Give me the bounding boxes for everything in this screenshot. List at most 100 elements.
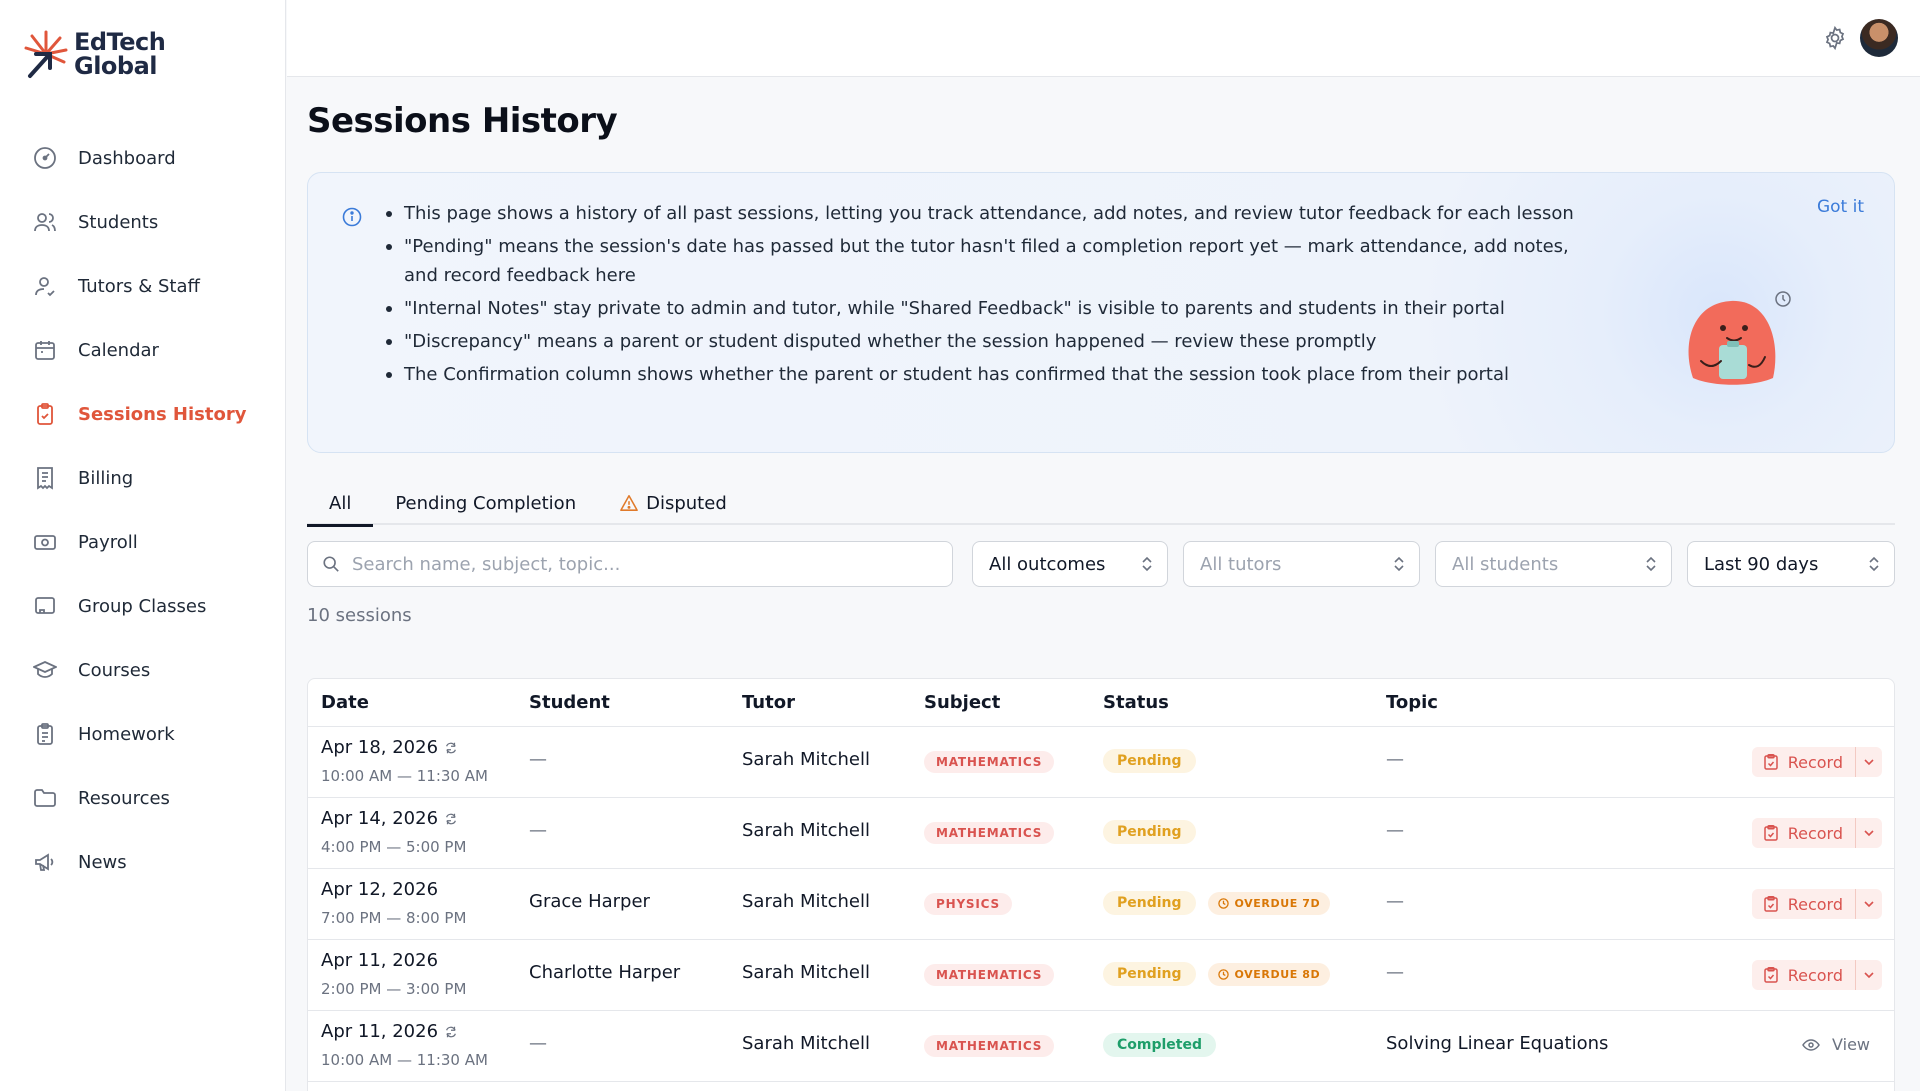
tab-label: Disputed bbox=[646, 492, 727, 514]
record-menu-toggle[interactable] bbox=[1856, 960, 1882, 990]
sidebar-item-news[interactable]: News bbox=[0, 830, 286, 894]
chevron-down-icon bbox=[1863, 829, 1875, 837]
clock-icon bbox=[1217, 897, 1229, 909]
tutor-cell: Sarah Mitchell bbox=[742, 891, 870, 912]
status-badge: Pending bbox=[1103, 962, 1196, 986]
session-count: 10 sessions bbox=[307, 605, 412, 626]
subject-badge: MATHEMATICS bbox=[924, 964, 1055, 986]
view-button[interactable]: View bbox=[1802, 1035, 1870, 1054]
brand-name-line2: Global bbox=[74, 52, 158, 80]
sidebar-item-tutors-staff[interactable]: Tutors & Staff bbox=[0, 254, 286, 318]
subject-badge: PHYSICS bbox=[924, 893, 1012, 915]
column-header-subject[interactable]: Subject bbox=[924, 692, 1000, 713]
table-row[interactable]: Apr 11, 2026 10:00 AM — 11:30 AM — Sarah… bbox=[308, 1011, 1894, 1082]
topic-cell: Solving Linear Equations bbox=[1386, 1033, 1609, 1054]
search-input[interactable] bbox=[352, 553, 912, 575]
session-time: 2:00 PM — 3:00 PM bbox=[321, 980, 467, 998]
tutors-select[interactable]: All tutors bbox=[1183, 541, 1420, 587]
tab-disputed[interactable]: Disputed bbox=[598, 481, 749, 525]
table-row[interactable]: Apr 18, 2026 10:00 AM — 11:30 AM — Sarah… bbox=[308, 727, 1894, 798]
table-row[interactable]: Apr 14, 2026 4:00 PM — 5:00 PM — Sarah M… bbox=[308, 798, 1894, 869]
chevron-up-down-icon bbox=[1868, 555, 1880, 573]
recurring-icon bbox=[444, 1025, 458, 1039]
table-row[interactable]: Apr 11, 2026 2:00 PM — 3:00 PM Charlotte… bbox=[308, 940, 1894, 1011]
column-header-date[interactable]: Date bbox=[321, 692, 369, 713]
column-header-topic[interactable]: Topic bbox=[1386, 692, 1438, 713]
filters-bar: All outcomes All tutors All students Las… bbox=[307, 541, 1895, 587]
logo-mark-icon bbox=[24, 30, 68, 78]
record-button[interactable]: Record bbox=[1752, 747, 1856, 777]
record-split-button: Record bbox=[1751, 747, 1882, 777]
status-cell: Pending OVERDUE 8D bbox=[1103, 962, 1331, 986]
status-cell: Completed bbox=[1103, 1033, 1217, 1057]
record-button[interactable]: Record bbox=[1752, 960, 1856, 990]
sidebar-item-calendar[interactable]: Calendar bbox=[0, 318, 286, 382]
sidebar-item-payroll[interactable]: Payroll bbox=[0, 510, 286, 574]
session-time: 7:00 PM — 8:00 PM bbox=[321, 909, 467, 927]
tab-pending-completion[interactable]: Pending Completion bbox=[373, 481, 598, 525]
got-it-button[interactable]: Got it bbox=[1817, 197, 1864, 217]
outcomes-select[interactable]: All outcomes bbox=[972, 541, 1168, 587]
status-badge: Pending bbox=[1103, 820, 1196, 844]
student-cell: — bbox=[529, 1033, 547, 1054]
record-menu-toggle[interactable] bbox=[1856, 818, 1882, 848]
column-header-student[interactable]: Student bbox=[529, 692, 610, 713]
column-header-status[interactable]: Status bbox=[1103, 692, 1169, 713]
tutor-cell: Sarah Mitchell bbox=[742, 820, 870, 841]
date-cell: Apr 11, 2026 bbox=[321, 1021, 458, 1042]
user-avatar[interactable] bbox=[1860, 19, 1898, 57]
record-button[interactable]: Record bbox=[1752, 889, 1856, 919]
select-value: All students bbox=[1452, 553, 1559, 575]
megaphone-icon bbox=[32, 849, 58, 875]
overdue-badge: OVERDUE 7D bbox=[1207, 891, 1331, 915]
sidebar-item-label: Calendar bbox=[78, 339, 159, 361]
date-cell: Apr 18, 2026 bbox=[321, 737, 458, 758]
sidebar-item-homework[interactable]: Homework bbox=[0, 702, 286, 766]
subject-badge: MATHEMATICS bbox=[924, 822, 1055, 844]
sidebar: EdTech Global Dashboard Students Tutors … bbox=[0, 0, 286, 1091]
sidebar-item-label: Courses bbox=[78, 659, 151, 681]
tutor-cell: Sarah Mitchell bbox=[742, 749, 870, 770]
sidebar-item-label: Sessions History bbox=[78, 403, 247, 425]
sessions-table: Date Student Tutor Subject Status Topic … bbox=[307, 678, 1895, 1091]
search-box[interactable] bbox=[307, 541, 953, 587]
folder-icon bbox=[32, 785, 58, 811]
table-row[interactable]: Apr 12, 2026 7:00 PM — 8:00 PM Grace Har… bbox=[308, 869, 1894, 940]
topic-cell: — bbox=[1386, 962, 1404, 983]
record-button[interactable]: Record bbox=[1752, 818, 1856, 848]
column-header-tutor[interactable]: Tutor bbox=[742, 692, 795, 713]
tab-all[interactable]: All bbox=[307, 481, 374, 527]
sidebar-item-billing[interactable]: Billing bbox=[0, 446, 286, 510]
session-time: 10:00 AM — 11:30 AM bbox=[321, 1051, 488, 1069]
topic-cell: — bbox=[1386, 891, 1404, 912]
clipboard-icon bbox=[1763, 967, 1778, 983]
main-content: Sessions History This page shows a histo… bbox=[287, 77, 1920, 1091]
gear-icon[interactable] bbox=[1822, 25, 1848, 51]
info-icon bbox=[342, 207, 362, 227]
status-badge: Pending bbox=[1103, 749, 1196, 773]
sidebar-item-resources[interactable]: Resources bbox=[0, 766, 286, 830]
record-label: Record bbox=[1787, 823, 1843, 843]
sidebar-item-courses[interactable]: Courses bbox=[0, 638, 286, 702]
sidebar-item-students[interactable]: Students bbox=[0, 190, 286, 254]
chevron-up-down-icon bbox=[1645, 555, 1657, 573]
record-split-button: Record bbox=[1751, 889, 1882, 919]
tab-label: Pending Completion bbox=[395, 492, 577, 514]
clipboard-icon bbox=[1763, 825, 1778, 841]
record-menu-toggle[interactable] bbox=[1856, 889, 1882, 919]
session-date: Apr 18, 2026 bbox=[321, 737, 439, 758]
student-cell: — bbox=[529, 749, 547, 770]
select-value: All tutors bbox=[1200, 553, 1282, 575]
sidebar-item-dashboard[interactable]: Dashboard bbox=[0, 126, 286, 190]
student-cell: — bbox=[529, 820, 547, 841]
date-range-select[interactable]: Last 90 days bbox=[1687, 541, 1895, 587]
logo[interactable]: EdTech Global bbox=[24, 28, 166, 80]
search-icon bbox=[322, 555, 340, 573]
sidebar-item-group-classes[interactable]: Group Classes bbox=[0, 574, 286, 638]
homework-icon bbox=[32, 721, 58, 747]
students-select[interactable]: All students bbox=[1435, 541, 1672, 587]
record-menu-toggle[interactable] bbox=[1856, 747, 1882, 777]
sidebar-item-sessions-history[interactable]: Sessions History bbox=[0, 382, 286, 446]
chevron-up-down-icon bbox=[1141, 555, 1153, 573]
tabs: All Pending Completion Disputed bbox=[307, 481, 1895, 527]
